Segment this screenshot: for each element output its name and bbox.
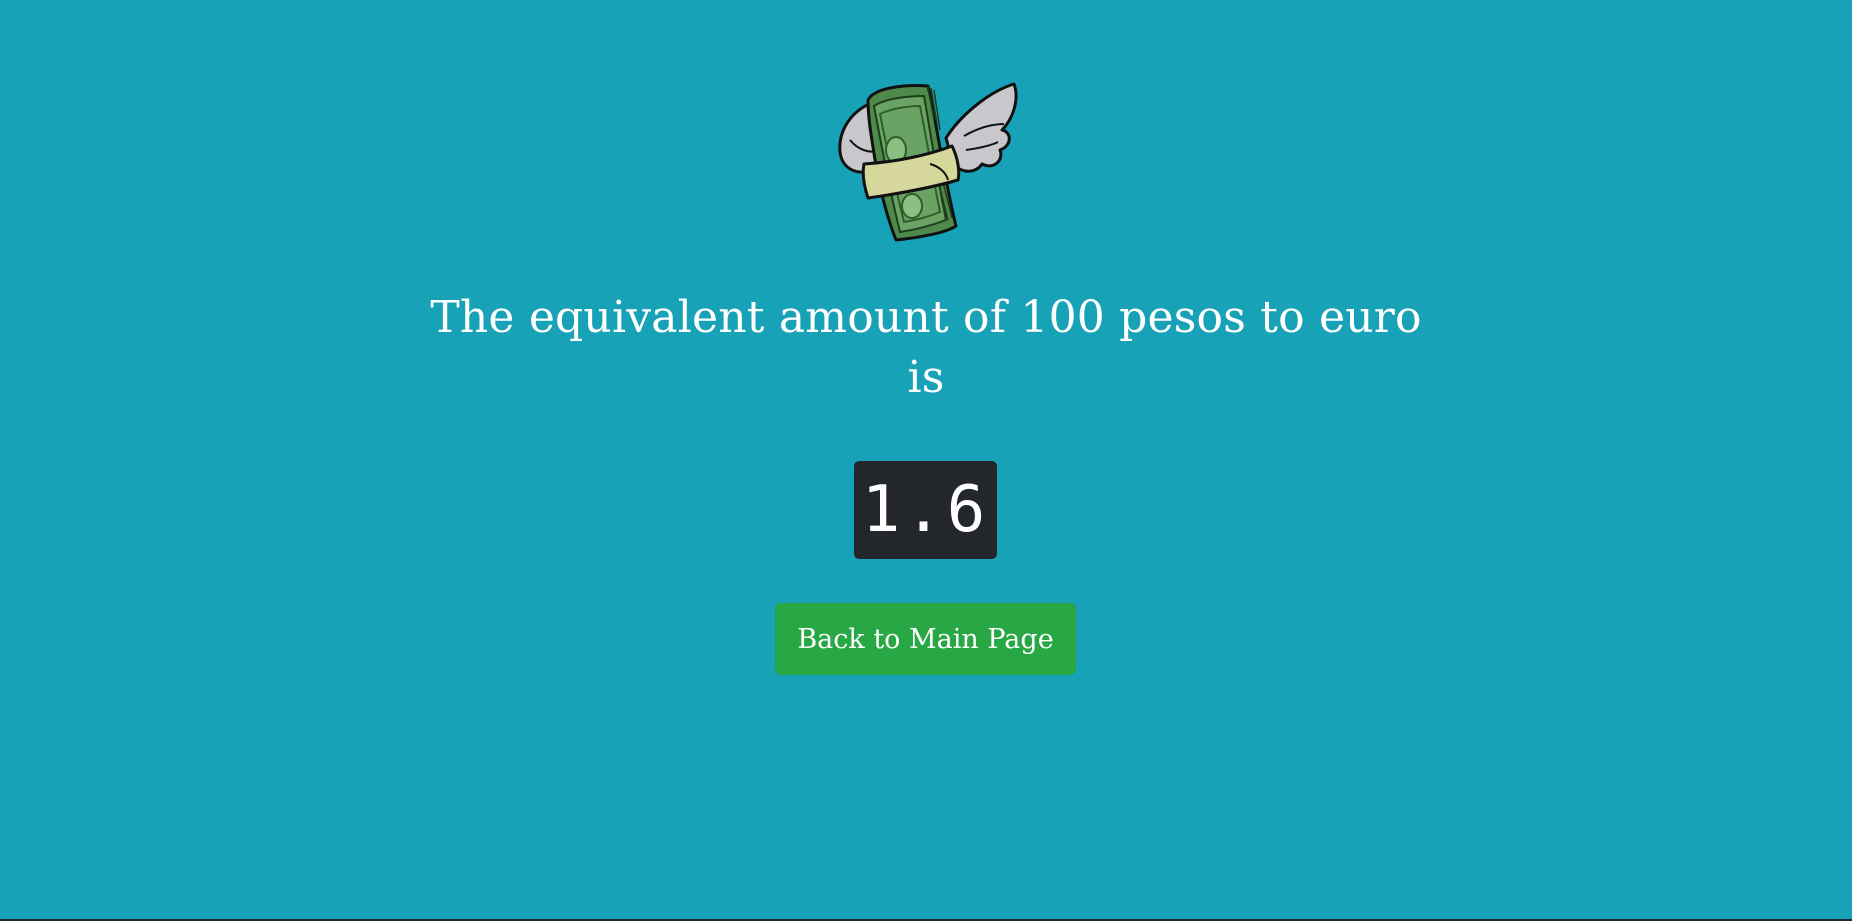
back-to-main-page-button[interactable]: Back to Main Page xyxy=(775,603,1076,675)
flying-money-icon xyxy=(838,82,1018,242)
conversion-result-box: 1.6 xyxy=(854,461,997,559)
conversion-headline: The equivalent amount of 100 pesos to eu… xyxy=(430,292,1422,403)
conversion-result-value: 1.6 xyxy=(861,473,990,547)
